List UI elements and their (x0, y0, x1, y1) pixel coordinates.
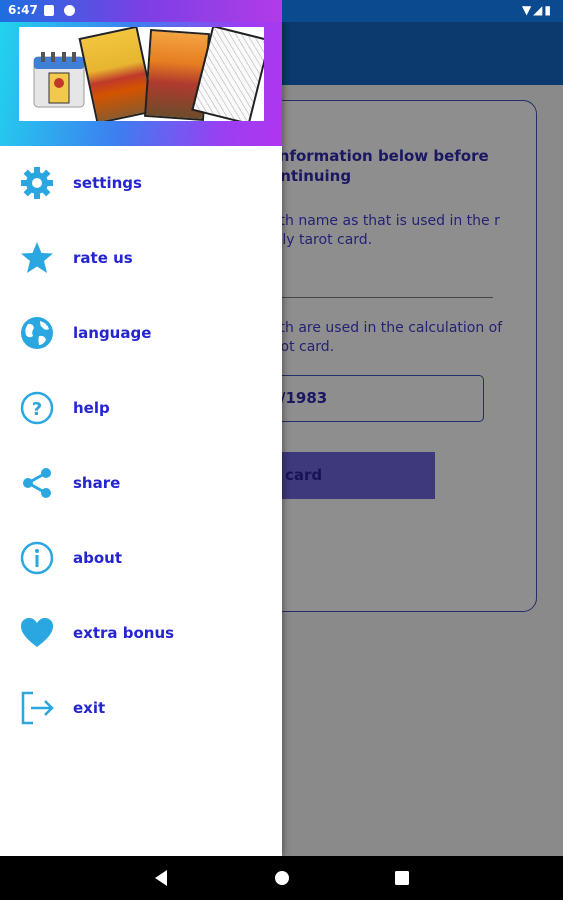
menu-item-share[interactable]: share (0, 446, 282, 521)
sync-icon (64, 5, 75, 16)
sd-card-icon (44, 5, 54, 16)
menu-label-exit: exit (73, 699, 106, 717)
menu-item-rate-us[interactable]: rate us (0, 221, 282, 296)
menu-label-share: share (73, 474, 121, 492)
menu-label-extra-bonus: extra bonus (73, 624, 175, 642)
gear-icon (21, 167, 53, 199)
heart-icon (21, 618, 53, 647)
menu-item-language[interactable]: language (0, 296, 282, 371)
menu-item-exit[interactable]: exit (0, 671, 282, 746)
info-icon (20, 541, 54, 575)
menu-label-help: help (73, 399, 110, 417)
menu-label-about: about (73, 549, 123, 567)
wifi-battery-icon: ▼◢▮ (521, 3, 553, 17)
drawer-header (0, 22, 282, 146)
system-nav-bar (0, 856, 563, 900)
calendar-icon (33, 52, 85, 108)
menu-item-about[interactable]: about (0, 521, 282, 596)
header-banner-image (19, 27, 264, 121)
navigation-drawer: settings rate us language ? help share a… (0, 0, 282, 856)
menu-item-extra-bonus[interactable]: extra bonus (0, 596, 282, 671)
menu-item-help[interactable]: ? help (0, 371, 282, 446)
globe-icon (21, 317, 53, 349)
menu-item-settings[interactable]: settings (0, 146, 282, 221)
drawer-menu: settings rate us language ? help share a… (0, 146, 282, 746)
svg-text:?: ? (32, 399, 42, 420)
star-icon (21, 242, 53, 273)
status-bar: 6:47 ▼◢▮ (0, 0, 563, 22)
home-icon[interactable] (252, 856, 312, 900)
status-time: 6:47 (8, 3, 38, 17)
back-icon[interactable] (131, 856, 191, 900)
menu-label-language: language (73, 324, 152, 342)
recents-icon[interactable] (372, 856, 432, 900)
help-circle-icon: ? (20, 391, 54, 425)
menu-label-settings: settings (73, 174, 142, 192)
menu-label-rate-us: rate us (73, 249, 133, 267)
exit-icon (21, 691, 54, 725)
share-icon (23, 468, 51, 498)
